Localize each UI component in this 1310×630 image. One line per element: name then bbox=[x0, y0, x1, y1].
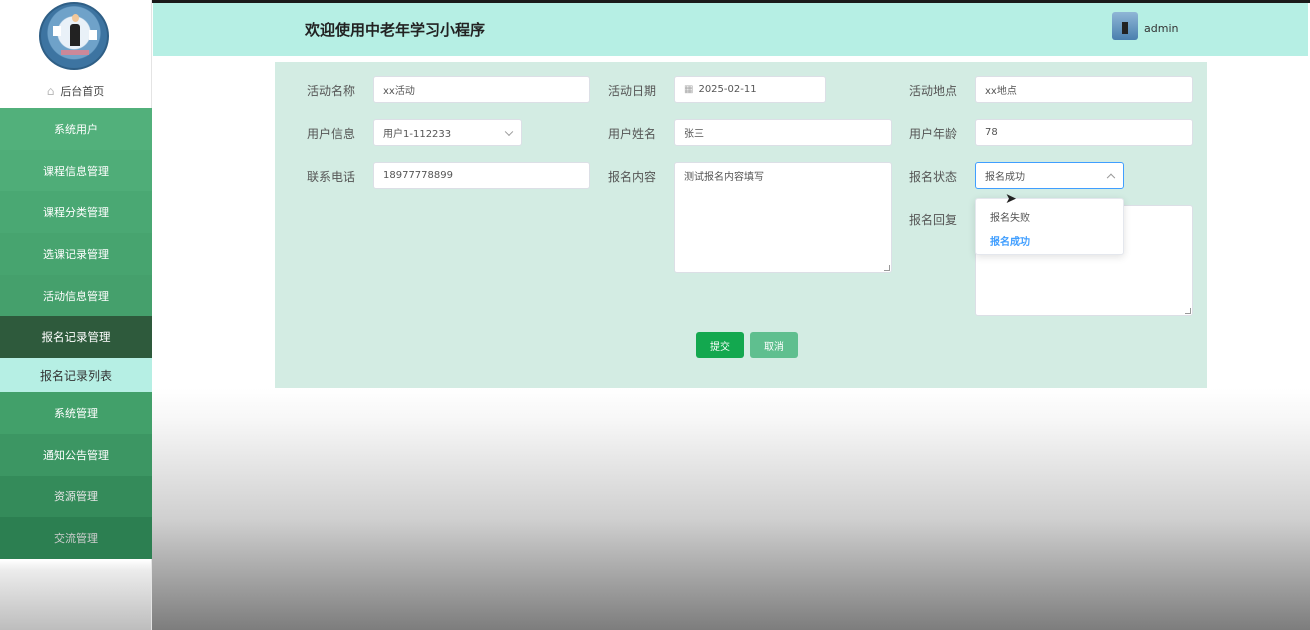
username[interactable]: admin bbox=[1144, 22, 1178, 35]
sidebar: ⌂ 后台首页 系统用户 课程信息管理 课程分类管理 选课记录管理 活动信息管理 … bbox=[0, 0, 152, 630]
sidebar-home-label: 后台首页 bbox=[60, 85, 105, 98]
logo-area bbox=[0, 0, 151, 74]
user-name-label: 用户姓名 bbox=[608, 127, 657, 141]
page-title: 欢迎使用中老年学习小程序 bbox=[305, 21, 486, 39]
signup-content-textarea[interactable]: 测试报名内容填写 bbox=[674, 162, 892, 273]
signup-status-dropdown: 报名失败 报名成功 bbox=[975, 198, 1124, 255]
top-header: 欢迎使用中老年学习小程序 admin bbox=[153, 3, 1308, 56]
calendar-icon: ▦ bbox=[684, 84, 694, 95]
user-age-input[interactable]: 78 bbox=[975, 119, 1193, 146]
activity-location-input[interactable]: xx地点 bbox=[975, 76, 1193, 103]
sidebar-item-activity-info[interactable]: 活动信息管理 bbox=[0, 274, 152, 317]
signup-status-label: 报名状态 bbox=[909, 170, 958, 184]
sidebar-item-course-info[interactable]: 课程信息管理 bbox=[0, 149, 152, 192]
signup-status-select[interactable]: 报名成功 bbox=[975, 162, 1124, 189]
user-name-input[interactable]: 张三 bbox=[674, 119, 892, 146]
sidebar-item-signup-records[interactable]: 报名记录管理 bbox=[0, 316, 152, 359]
option-signup-success[interactable]: 报名成功 bbox=[990, 233, 1030, 248]
sidebar-subitem-signup-list[interactable]: 报名记录列表 bbox=[0, 358, 152, 393]
user-info-select[interactable]: 用户1-112233 bbox=[373, 119, 522, 146]
app-logo bbox=[39, 2, 109, 70]
resize-handle-icon[interactable] bbox=[1185, 308, 1191, 314]
activity-name-label: 活动名称 bbox=[307, 84, 356, 98]
sidebar-item-home[interactable]: ⌂ 后台首页 bbox=[0, 74, 151, 108]
resize-handle-icon[interactable] bbox=[884, 265, 890, 271]
sidebar-item-notice-management[interactable]: 通知公告管理 bbox=[0, 433, 152, 476]
sidebar-item-course-selection[interactable]: 选课记录管理 bbox=[0, 233, 152, 275]
sidebar-item-system-management[interactable]: 系统管理 bbox=[0, 392, 152, 434]
activity-name-input[interactable]: xx活动 bbox=[373, 76, 590, 103]
user-info-label: 用户信息 bbox=[307, 127, 356, 141]
option-signup-failed[interactable]: 报名失败 bbox=[990, 209, 1030, 224]
user-age-value: 78 bbox=[985, 127, 998, 138]
activity-date-label: 活动日期 bbox=[608, 84, 657, 98]
sidebar-item-course-category[interactable]: 课程分类管理 bbox=[0, 191, 152, 234]
signup-content-label: 报名内容 bbox=[608, 170, 657, 184]
mouse-cursor-icon: ➤ bbox=[1005, 191, 1017, 207]
phone-label: 联系电话 bbox=[307, 170, 356, 184]
cancel-button[interactable]: 取消 bbox=[750, 332, 798, 358]
activity-date-picker[interactable]: ▦ 2025-02-11 bbox=[674, 76, 826, 103]
user-info-value: 用户1-112233 bbox=[383, 129, 452, 140]
signup-status-value: 报名成功 bbox=[985, 172, 1025, 183]
sidebar-item-system-users[interactable]: 系统用户 bbox=[0, 108, 152, 150]
home-icon: ⌂ bbox=[46, 84, 55, 98]
activity-location-value: xx地点 bbox=[985, 86, 1017, 97]
chevron-down-icon bbox=[504, 127, 514, 136]
chevron-up-icon bbox=[1106, 173, 1116, 182]
signup-reply-label: 报名回复 bbox=[909, 213, 958, 227]
sidebar-item-communication-management[interactable]: 交流管理 bbox=[0, 517, 152, 559]
phone-value: 18977778899 bbox=[383, 170, 453, 181]
phone-input[interactable]: 18977778899 bbox=[373, 162, 590, 189]
avatar[interactable] bbox=[1112, 12, 1138, 40]
sidebar-menu: 系统用户 课程信息管理 课程分类管理 选课记录管理 活动信息管理 报名记录管理 … bbox=[0, 108, 152, 559]
submit-button[interactable]: 提交 bbox=[696, 332, 744, 358]
activity-location-label: 活动地点 bbox=[909, 84, 958, 98]
user-name-value: 张三 bbox=[684, 129, 704, 140]
activity-date-value: 2025-02-11 bbox=[698, 84, 757, 95]
activity-name-value: xx活动 bbox=[383, 86, 415, 97]
user-age-label: 用户年龄 bbox=[909, 127, 958, 141]
signup-content-value: 测试报名内容填写 bbox=[684, 172, 764, 183]
sidebar-item-resource-management[interactable]: 资源管理 bbox=[0, 475, 152, 518]
